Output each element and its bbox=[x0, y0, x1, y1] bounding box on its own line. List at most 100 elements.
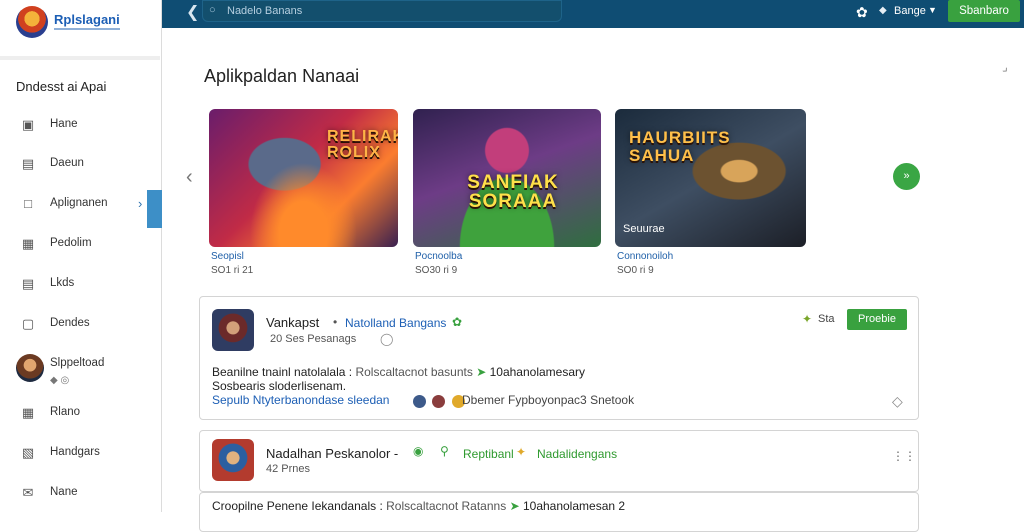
more-icon[interactable]: ⋮⋮ bbox=[892, 449, 916, 463]
calendar-icon: ▤ bbox=[21, 156, 35, 171]
sidebar-item-label: Handgars bbox=[50, 446, 100, 458]
brand[interactable]: Rplslagani bbox=[14, 6, 160, 42]
sidebar-item-label: Dendes bbox=[50, 317, 90, 329]
post-card: Nadalhan Peskanolor - ◉ ⚲ Reptibanl ✦ Na… bbox=[199, 430, 919, 492]
sidebar-item-label: Hane bbox=[50, 118, 78, 130]
language-select[interactable]: Bange bbox=[894, 5, 926, 17]
post-body: Croopilne Penene Iekandanals : Rolscalta… bbox=[212, 499, 625, 513]
section-title: Aplikpaldan Nanaai bbox=[204, 66, 360, 86]
chevron-right-icon: › bbox=[138, 196, 143, 211]
profile-name[interactable]: Slppeltoad bbox=[50, 357, 104, 369]
sidebar-heading: Dndesst ai Apai bbox=[16, 79, 107, 94]
game-cover-image: Relirak Rolix bbox=[209, 109, 398, 247]
game-card[interactable]: Sanfiak Soraaa Pocnoolba SO30 ri 9 bbox=[413, 109, 601, 279]
post-reply[interactable]: Dbemer Fypboyonpac3 Snetook bbox=[462, 393, 634, 407]
post-body-bold: Beanilne tnainl natolalala : bbox=[212, 365, 353, 379]
sidebar-item-lkds[interactable]: ▤ Lkds bbox=[0, 269, 160, 299]
message-icon: ▧ bbox=[21, 445, 35, 460]
brand-logo-icon bbox=[16, 6, 48, 38]
sidebar-item-handgars[interactable]: ▧ Handgars bbox=[0, 438, 160, 468]
square-icon: □ bbox=[24, 196, 32, 211]
sidebar-item-label: Rlano bbox=[50, 406, 81, 418]
post-body-muted: Rolscaltacnot Ratanns bbox=[386, 499, 507, 513]
search-placeholder: Nadelo Banans bbox=[227, 5, 303, 17]
post-body-tail: 10ahanolamesan 2 bbox=[522, 499, 626, 513]
post-body-tail: 10ahanolamesary bbox=[489, 365, 586, 379]
post-action-button[interactable]: Proebie bbox=[847, 309, 907, 330]
post-body-line: Sosbearis sloderlisenam. bbox=[212, 379, 347, 393]
avatar bbox=[432, 395, 446, 409]
folder-icon: ▢ bbox=[21, 316, 35, 331]
post-body: Beanilne tnainl natolalala : Rolscaltacn… bbox=[212, 365, 585, 379]
carousel-prev-icon[interactable]: ‹ bbox=[186, 166, 193, 189]
post-tag[interactable]: Natolland Bangans bbox=[345, 316, 446, 330]
brand-underline bbox=[54, 28, 120, 30]
brand-name: Rplslagani bbox=[54, 12, 120, 27]
sidebar-item-label: Lkds bbox=[50, 277, 75, 289]
sidebar-item-label: Nane bbox=[50, 486, 78, 498]
dot-icon: • bbox=[333, 315, 338, 329]
reactor-avatars[interactable] bbox=[413, 393, 467, 409]
game-card[interactable]: Haurbiits Sahua Seuurae Connonoiloh SO0 … bbox=[615, 109, 806, 279]
arrow-icon: ➤ bbox=[476, 365, 487, 379]
mail-icon: ✉ bbox=[22, 485, 34, 500]
game-art-title: Relirak Rolix bbox=[327, 128, 398, 161]
bookmark-icon[interactable]: ◇ bbox=[892, 393, 903, 410]
sidebar-item-calendar[interactable]: ▤ Daeun bbox=[0, 149, 160, 179]
post-subtitle: 42 Prnes bbox=[266, 463, 311, 475]
game-art-title: Haurbiits Sahua bbox=[629, 128, 731, 165]
arrow-icon: ➤ bbox=[509, 499, 520, 513]
game-card[interactable]: Relirak Rolix Seopisl SO1 ri 21 bbox=[209, 109, 398, 279]
top-bar: ❮ ○ Nadelo Banans ✿ ◆ Bange ▼ Sbanbaro bbox=[162, 0, 1024, 28]
post-score: Sta bbox=[818, 313, 835, 325]
leaf-icon[interactable]: ✿ bbox=[856, 4, 868, 21]
image-icon: ▦ bbox=[21, 405, 35, 420]
profile-status: ◆ ◎ bbox=[50, 375, 70, 386]
game-cover-image: Sanfiak Soraaa bbox=[413, 109, 601, 247]
carousel-next-button[interactable]: » bbox=[893, 163, 920, 190]
sidebar-item-label: Daeun bbox=[50, 157, 84, 169]
post-card: Croopilne Penene Iekandanals : Rolscalta… bbox=[199, 492, 919, 532]
sidebar-item-label: Pedolim bbox=[50, 237, 92, 249]
post-author[interactable]: Nadalhan Peskanolor - bbox=[266, 446, 398, 461]
sparkle-icon: ✦ bbox=[802, 312, 813, 326]
sidebar-item-label: Aplignanen bbox=[50, 197, 108, 209]
game-label[interactable]: Connonoiloh bbox=[617, 251, 673, 262]
avatar[interactable] bbox=[16, 354, 44, 382]
post-tag[interactable]: Reptibanl bbox=[463, 447, 514, 461]
post-author[interactable]: Vankapst bbox=[266, 315, 319, 330]
game-art-title: Sanfiak Soraaa bbox=[467, 172, 559, 212]
game-meta: SO30 ri 9 bbox=[415, 265, 458, 276]
sidebar-item-home[interactable]: ▣ Hane bbox=[0, 110, 160, 140]
game-meta: SO1 ri 21 bbox=[211, 265, 254, 276]
primary-cta-button[interactable]: Sbanbaro bbox=[948, 0, 1020, 22]
sidebar-item-pedolim[interactable]: ▦ Pedolim bbox=[0, 229, 160, 259]
sidebar-item-nane[interactable]: ✉ Nane bbox=[0, 478, 160, 508]
leaf-icon: ✿ bbox=[452, 315, 463, 329]
document-icon: ▤ bbox=[21, 276, 35, 291]
active-indicator bbox=[147, 190, 162, 228]
post-tag-secondary[interactable]: Nadalidengans bbox=[537, 447, 617, 461]
post-avatar[interactable] bbox=[212, 309, 254, 351]
game-label[interactable]: Seopisl bbox=[211, 251, 244, 262]
chevron-down-icon[interactable]: ▼ bbox=[928, 5, 937, 15]
back-icon[interactable]: ❮ bbox=[186, 2, 199, 22]
globe-icon: ◆ bbox=[879, 5, 887, 16]
post-avatar[interactable] bbox=[212, 439, 254, 481]
avatar bbox=[413, 395, 426, 409]
post-card: Vankapst • Natolland Bangans ✿ 20 Ses Pe… bbox=[199, 296, 919, 420]
post-body-bold: Croopilne Penene Iekandanals : bbox=[212, 499, 383, 513]
search-input[interactable]: ○ Nadelo Banans bbox=[202, 0, 562, 22]
sidebar-divider bbox=[0, 56, 160, 60]
sidebar-item-apps[interactable]: □ Aplignanen bbox=[0, 189, 160, 219]
sidebar-item-rlano[interactable]: ▦ Rlano bbox=[0, 398, 160, 428]
game-label[interactable]: Pocnoolba bbox=[415, 251, 462, 262]
globe-icon: ◯ bbox=[380, 332, 394, 346]
sidebar: Rplslagani Dndesst ai Apai ▣ Hane ▤ Daeu… bbox=[0, 0, 162, 512]
sidebar-item-dendes[interactable]: ▢ Dendes bbox=[0, 309, 160, 339]
post-link[interactable]: Sepulb Ntyterbanondase sleedan bbox=[212, 393, 389, 407]
game-art-badge: Seuurae bbox=[623, 223, 665, 235]
game-cover-image: Haurbiits Sahua Seuurae bbox=[615, 109, 806, 247]
post-subtitle: 20 Ses Pesanags bbox=[270, 333, 357, 345]
chevron-icon[interactable]: › bbox=[999, 63, 1013, 77]
